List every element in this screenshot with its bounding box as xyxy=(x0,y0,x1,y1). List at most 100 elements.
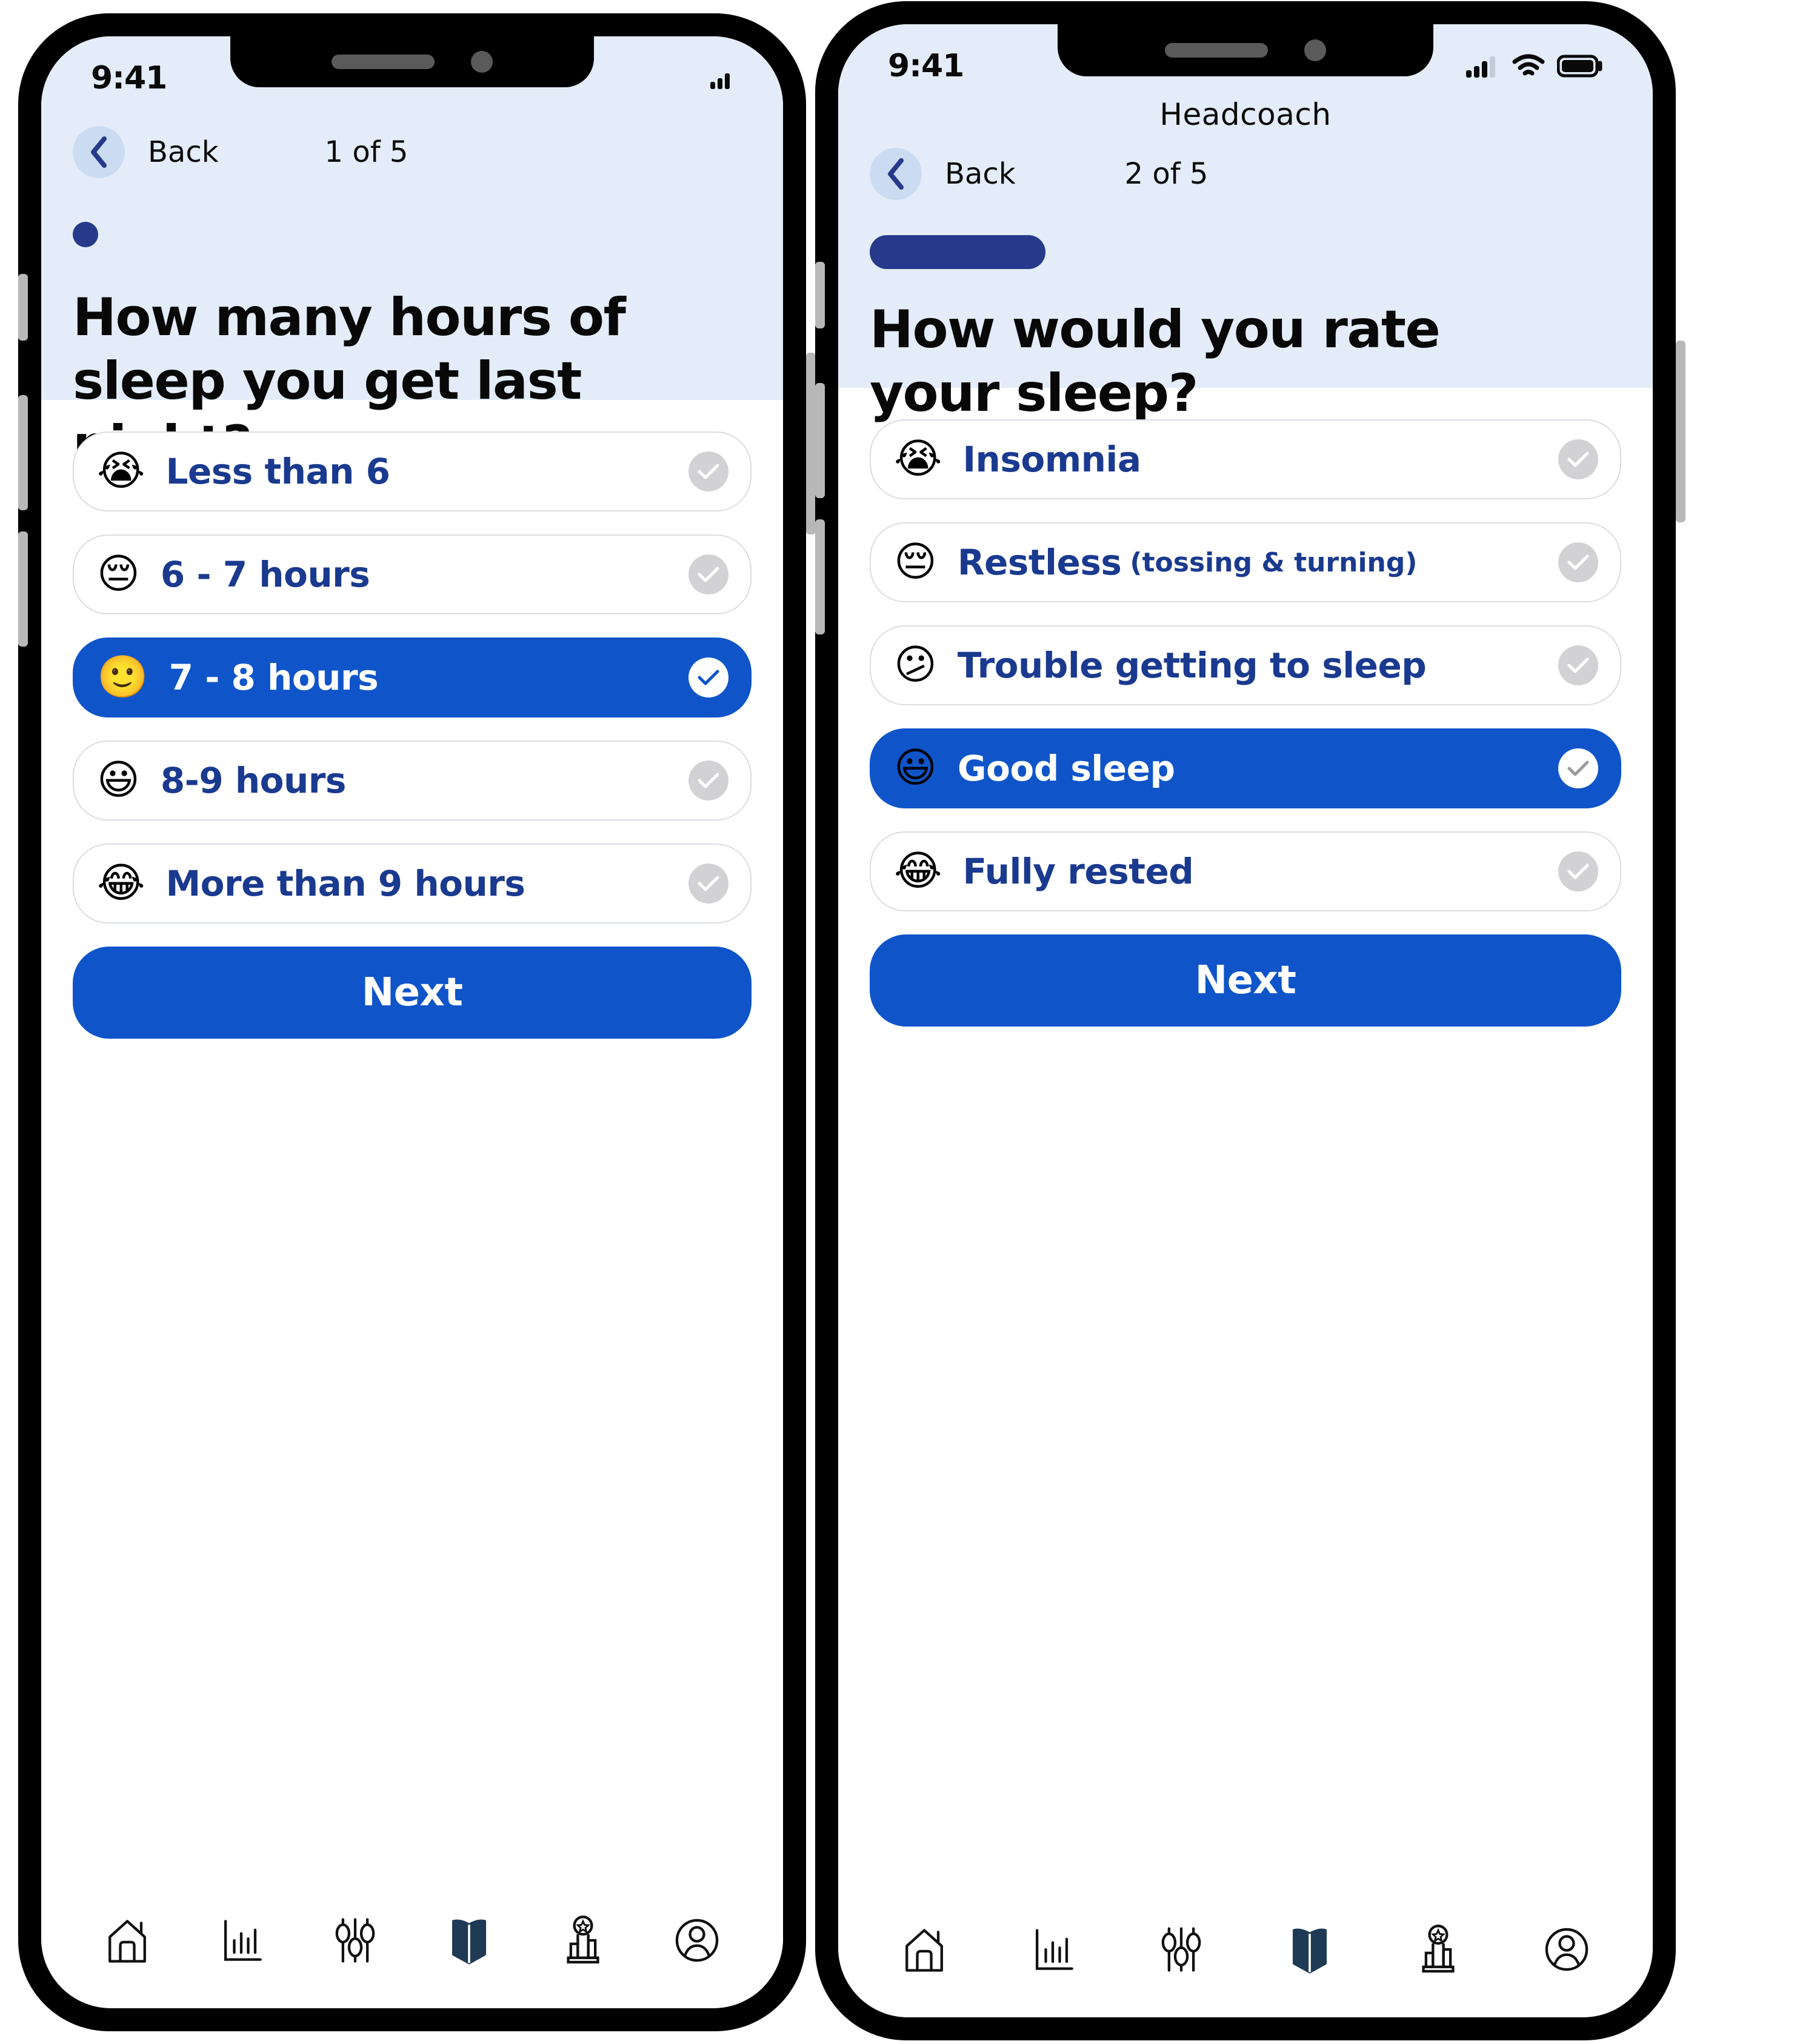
step-indicator-label: 1 of 5 xyxy=(324,135,408,169)
phone-mockup-right: 9:41 Headcoach Back 2 of 5 How would you… xyxy=(815,1,1685,2040)
option-row-selected[interactable]: 😃 Good sleep xyxy=(870,728,1621,808)
book-icon xyxy=(452,1919,487,1965)
notch-left xyxy=(230,36,594,87)
sliders-icon xyxy=(335,1918,375,1963)
phone-mute-switch-left[interactable] xyxy=(18,274,28,341)
front-camera xyxy=(1304,39,1326,61)
tab-stats[interactable] xyxy=(1025,1922,1081,1977)
option-row[interactable]: 😃 8-9 hours xyxy=(73,741,752,821)
progress-dot xyxy=(73,222,98,247)
option-row[interactable]: 😔 6 - 7 hours xyxy=(73,534,752,614)
tab-sliders[interactable] xyxy=(327,1913,383,1968)
profile-icon xyxy=(1545,1928,1589,1971)
option-label: Less than 6 xyxy=(165,451,390,492)
back-button[interactable] xyxy=(870,148,922,200)
tab-book-active[interactable] xyxy=(441,1913,497,1968)
option-label: Trouble getting to sleep xyxy=(957,645,1427,686)
option-emoji: 😂 xyxy=(894,847,942,895)
tab-bar-right xyxy=(838,1922,1653,1977)
option-check-icon xyxy=(688,864,728,904)
option-label: Fully rested xyxy=(962,851,1194,892)
tab-profile[interactable] xyxy=(669,1913,725,1968)
nav-row-left: Back 1 of 5 xyxy=(73,126,752,178)
signal-icon xyxy=(710,73,730,89)
sliders-icon xyxy=(1161,1927,1201,1972)
back-button[interactable] xyxy=(73,126,125,178)
phone-volume-up-left[interactable] xyxy=(18,395,28,510)
option-check-icon xyxy=(1558,645,1598,685)
option-label: 7 - 8 hours xyxy=(168,657,379,698)
phone-volume-up-right[interactable] xyxy=(815,383,825,498)
hero-section-left: 9:41 Back 1 of 5 How many hours of sleep… xyxy=(41,36,783,475)
phone-power-button-right[interactable] xyxy=(1676,341,1685,522)
option-check-icon xyxy=(688,451,728,491)
phone-mockup-left: 9:41 Back 1 of 5 How many hours of sleep… xyxy=(18,13,816,2031)
tab-podium[interactable] xyxy=(1410,1922,1466,1977)
tab-profile[interactable] xyxy=(1539,1922,1595,1977)
option-emoji: 🙂 xyxy=(97,653,148,701)
option-row[interactable]: 😭 Insomnia xyxy=(870,419,1621,499)
book-icon xyxy=(1292,1928,1327,1974)
status-time: 9:41 xyxy=(888,48,964,84)
option-row[interactable]: 😭 Less than 6 xyxy=(73,431,752,511)
status-icons-right xyxy=(1466,54,1603,78)
options-list-right: 😭 Insomnia 😔 Restless (tossing & turning… xyxy=(838,388,1653,1027)
option-emoji: 😂 xyxy=(97,859,145,907)
status-time: 9:41 xyxy=(91,60,167,96)
option-row[interactable]: 😂 More than 9 hours xyxy=(73,844,752,924)
profile-icon xyxy=(675,1919,719,1962)
podium-icon xyxy=(1422,1925,1455,1973)
earpiece-speaker xyxy=(332,55,435,69)
option-emoji: 😃 xyxy=(97,756,140,804)
tab-home[interactable] xyxy=(896,1922,952,1977)
back-label: Back xyxy=(945,157,1016,191)
tab-bar-left xyxy=(41,1913,783,1968)
progress-indicator-right xyxy=(870,235,1621,269)
hero-section-right: 9:41 Headcoach Back 2 of 5 How would you… xyxy=(838,24,1653,424)
progress-indicator-left xyxy=(73,222,752,247)
option-check-icon xyxy=(1558,439,1598,479)
bar-chart-icon xyxy=(1035,1929,1073,1970)
battery-icon xyxy=(1557,55,1602,78)
option-row[interactable]: 😔 Restless (tossing & turning) xyxy=(870,522,1621,602)
option-check-icon xyxy=(1558,748,1598,788)
tab-home[interactable] xyxy=(99,1913,155,1968)
home-icon xyxy=(108,1920,146,1963)
app-title: Headcoach xyxy=(1159,97,1332,132)
status-icons-left xyxy=(710,67,739,89)
phone-mute-switch-right[interactable] xyxy=(815,262,825,328)
next-button[interactable]: Next xyxy=(870,934,1621,1027)
option-row[interactable]: 😂 Fully rested xyxy=(870,831,1621,911)
option-emoji: 😭 xyxy=(894,435,942,483)
option-emoji: 😔 xyxy=(97,550,140,598)
option-check-icon xyxy=(1558,542,1598,582)
option-check-icon xyxy=(688,554,728,594)
phone-volume-down-right[interactable] xyxy=(815,519,825,634)
options-list-left: 😭 Less than 6 😔 6 - 7 hours 🙂 7 - 8 hour… xyxy=(41,400,783,1039)
back-label: Back xyxy=(148,135,219,169)
nav-row-right: Back 2 of 5 xyxy=(870,148,1621,200)
front-camera xyxy=(471,51,493,73)
home-icon xyxy=(905,1929,943,1972)
option-emoji: 😕 xyxy=(894,641,937,689)
option-row-selected[interactable]: 🙂 7 - 8 hours xyxy=(73,638,752,717)
tab-book-active[interactable] xyxy=(1282,1922,1338,1977)
tab-sliders[interactable] xyxy=(1153,1922,1209,1977)
tab-podium[interactable] xyxy=(555,1913,611,1968)
option-sublabel: (tossing & turning) xyxy=(1130,547,1418,578)
tab-stats[interactable] xyxy=(213,1913,269,1968)
option-emoji: 😃 xyxy=(894,744,937,792)
podium-icon xyxy=(567,1916,599,1964)
phone-power-button-left[interactable] xyxy=(806,353,816,534)
chevron-left-icon xyxy=(91,136,107,168)
earpiece-speaker xyxy=(1165,43,1268,58)
next-button[interactable]: Next xyxy=(73,947,752,1039)
phone-volume-down-left[interactable] xyxy=(18,531,28,647)
option-check-icon xyxy=(688,657,728,697)
option-check-icon xyxy=(1558,851,1598,891)
step-indicator-label: 2 of 5 xyxy=(1124,157,1209,191)
option-label: 8-9 hours xyxy=(160,760,347,801)
option-row[interactable]: 😕 Trouble getting to sleep xyxy=(870,625,1621,705)
notch-right xyxy=(1058,24,1433,76)
option-label: Good sleep xyxy=(957,748,1175,789)
